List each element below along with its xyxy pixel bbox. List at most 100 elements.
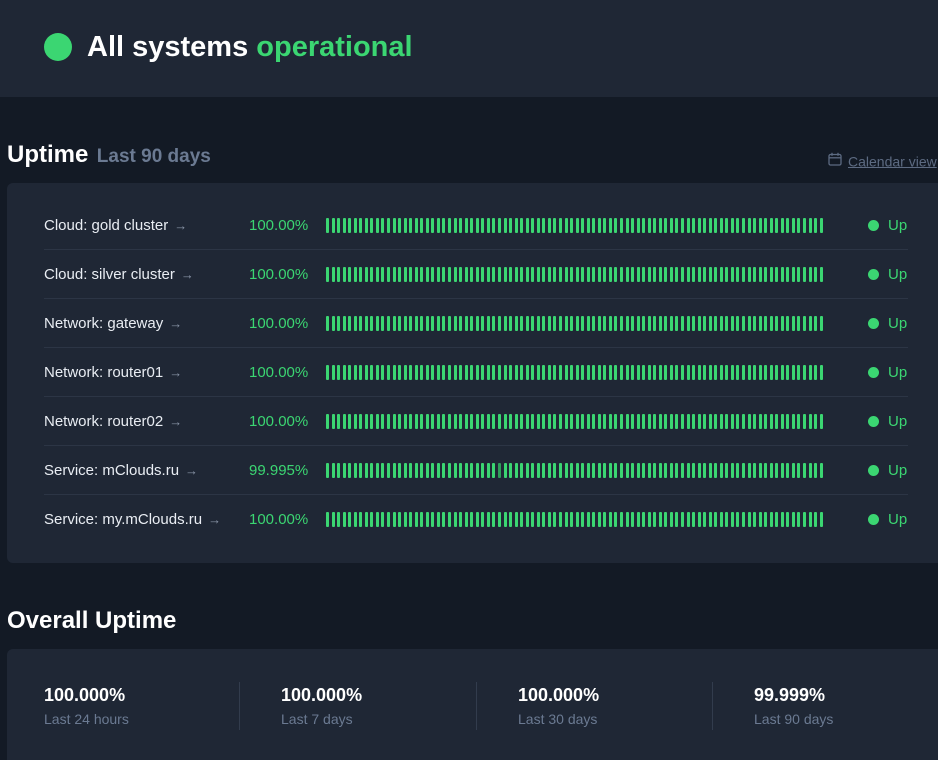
uptime-day-bar[interactable] [470, 512, 474, 527]
uptime-day-bar[interactable] [592, 267, 596, 282]
uptime-day-bar[interactable] [531, 512, 535, 527]
uptime-day-bar[interactable] [509, 414, 513, 429]
uptime-day-bar[interactable] [514, 414, 518, 429]
uptime-day-bar[interactable] [542, 267, 546, 282]
uptime-day-bar[interactable] [409, 267, 413, 282]
uptime-day-bar[interactable] [436, 267, 440, 282]
uptime-day-bar[interactable] [525, 316, 529, 331]
uptime-day-bar[interactable] [442, 414, 446, 429]
uptime-day-bar[interactable] [392, 414, 396, 429]
uptime-day-bar[interactable] [631, 218, 635, 233]
uptime-day-bar[interactable] [448, 365, 452, 380]
uptime-day-bar[interactable] [791, 463, 795, 478]
uptime-day-bar[interactable] [442, 316, 446, 331]
uptime-day-bar[interactable] [803, 414, 807, 429]
uptime-day-bar[interactable] [558, 512, 562, 527]
uptime-day-bar[interactable] [342, 512, 346, 527]
monitor-name-link[interactable]: Service: mClouds.ru → [44, 446, 198, 495]
uptime-day-bar[interactable] [814, 512, 818, 527]
uptime-day-bar[interactable] [509, 463, 513, 478]
uptime-day-bar[interactable] [769, 316, 773, 331]
uptime-day-bar[interactable] [420, 267, 424, 282]
uptime-day-bar[interactable] [747, 267, 751, 282]
uptime-day-bar[interactable] [431, 316, 435, 331]
uptime-day-bar[interactable] [392, 267, 396, 282]
uptime-day-bar[interactable] [486, 267, 490, 282]
uptime-day-bar[interactable] [780, 218, 784, 233]
uptime-day-bar[interactable] [525, 414, 529, 429]
uptime-day-bar[interactable] [375, 463, 379, 478]
uptime-day-bar[interactable] [436, 316, 440, 331]
uptime-day-bar[interactable] [714, 463, 718, 478]
uptime-day-bar[interactable] [542, 463, 546, 478]
uptime-day-bar[interactable] [669, 365, 673, 380]
uptime-day-bar[interactable] [514, 512, 518, 527]
uptime-day-bar[interactable] [403, 414, 407, 429]
uptime-day-bar[interactable] [509, 267, 513, 282]
uptime-day-bar[interactable] [536, 512, 540, 527]
uptime-day-bar[interactable] [786, 463, 790, 478]
uptime-day-bar[interactable] [542, 414, 546, 429]
uptime-day-bar[interactable] [436, 365, 440, 380]
uptime-day-bar[interactable] [481, 267, 485, 282]
uptime-day-bar[interactable] [497, 316, 501, 331]
uptime-day-bar[interactable] [686, 316, 690, 331]
uptime-day-bar[interactable] [808, 267, 812, 282]
uptime-day-bar[interactable] [669, 267, 673, 282]
uptime-day-bar[interactable] [608, 267, 612, 282]
uptime-day-bar[interactable] [414, 365, 418, 380]
uptime-day-bar[interactable] [647, 512, 651, 527]
uptime-day-bar[interactable] [381, 316, 385, 331]
uptime-day-bar[interactable] [764, 414, 768, 429]
uptime-day-bar[interactable] [331, 463, 335, 478]
uptime-day-bar[interactable] [780, 316, 784, 331]
uptime-day-bar[interactable] [769, 414, 773, 429]
uptime-day-bar[interactable] [398, 267, 402, 282]
uptime-day-bar[interactable] [370, 365, 374, 380]
uptime-day-bar[interactable] [730, 365, 734, 380]
uptime-day-bar[interactable] [814, 267, 818, 282]
uptime-day-bar[interactable] [486, 463, 490, 478]
uptime-day-bar[interactable] [730, 316, 734, 331]
uptime-day-bar[interactable] [736, 463, 740, 478]
uptime-day-bar[interactable] [575, 316, 579, 331]
uptime-day-bar[interactable] [653, 463, 657, 478]
uptime-day-bar[interactable] [764, 316, 768, 331]
uptime-day-bar[interactable] [359, 463, 363, 478]
uptime-day-bar[interactable] [520, 414, 524, 429]
uptime-day-bar[interactable] [775, 365, 779, 380]
uptime-day-bar[interactable] [326, 463, 329, 478]
uptime-day-bar[interactable] [708, 267, 712, 282]
uptime-day-bar[interactable] [547, 267, 551, 282]
uptime-day-bar[interactable] [681, 512, 684, 527]
uptime-day-bar[interactable] [692, 267, 696, 282]
uptime-day-bar[interactable] [509, 218, 513, 233]
uptime-day-bar[interactable] [575, 218, 579, 233]
uptime-day-bar[interactable] [525, 512, 529, 527]
uptime-day-bar[interactable] [636, 463, 640, 478]
uptime-day-bar[interactable] [586, 512, 590, 527]
uptime-day-bar[interactable] [708, 218, 712, 233]
uptime-day-bar[interactable] [353, 316, 357, 331]
uptime-day-bar[interactable] [647, 267, 651, 282]
uptime-day-bar[interactable] [359, 414, 363, 429]
uptime-day-bar[interactable] [503, 414, 507, 429]
uptime-day-bar[interactable] [647, 316, 651, 331]
uptime-day-bar[interactable] [714, 414, 718, 429]
uptime-day-bar[interactable] [414, 316, 418, 331]
uptime-day-bar[interactable] [575, 414, 579, 429]
uptime-day-bar[interactable] [814, 218, 818, 233]
uptime-day-bar[interactable] [531, 218, 535, 233]
uptime-day-bar[interactable] [509, 365, 513, 380]
uptime-day-bar[interactable] [492, 267, 496, 282]
uptime-day-bar[interactable] [431, 365, 435, 380]
uptime-day-bar[interactable] [387, 365, 391, 380]
uptime-day-bar[interactable] [514, 267, 518, 282]
uptime-day-bar[interactable] [669, 414, 673, 429]
uptime-day-bar[interactable] [808, 414, 812, 429]
uptime-day-bar[interactable] [425, 316, 429, 331]
uptime-day-bar[interactable] [658, 316, 662, 331]
uptime-day-bar[interactable] [803, 365, 807, 380]
uptime-day-bar[interactable] [564, 365, 568, 380]
uptime-day-bar[interactable] [619, 463, 623, 478]
